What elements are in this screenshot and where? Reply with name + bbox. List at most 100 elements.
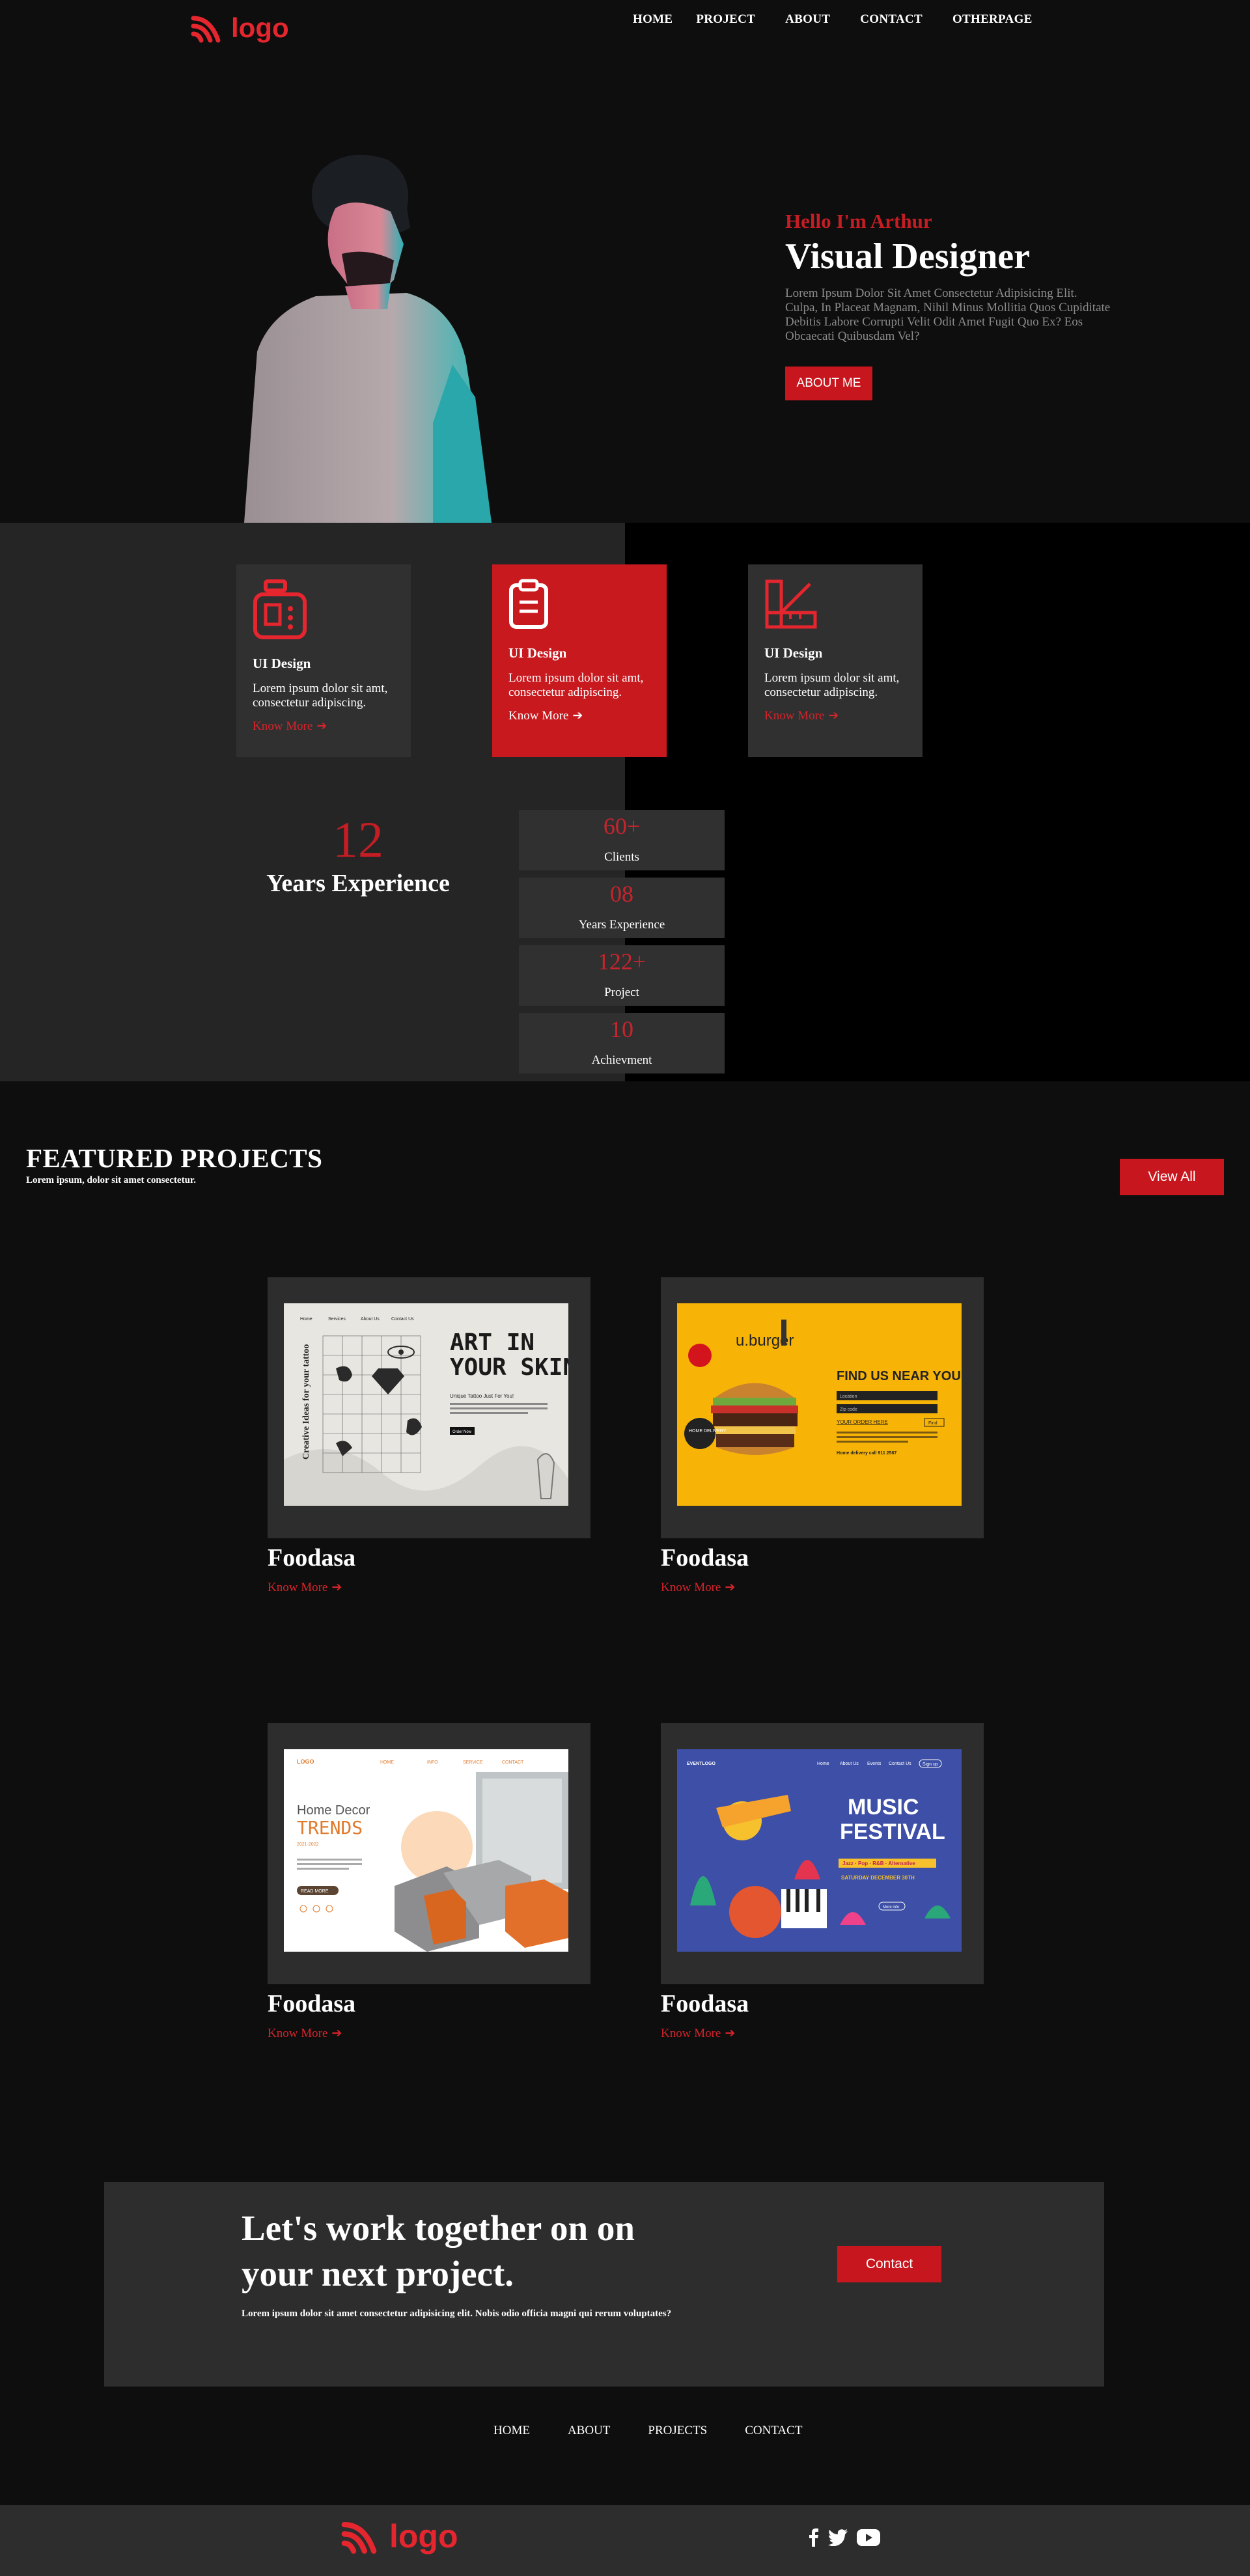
thumb-brand: LOGO (297, 1758, 314, 1765)
stat-value: 10 (610, 1016, 633, 1042)
logo-icon (341, 2521, 377, 2554)
footer-nav-contact[interactable]: CONTACT (745, 2424, 802, 2438)
arrow-right-icon: ➔ (331, 2027, 342, 2040)
view-all-button[interactable]: View All (1120, 1159, 1224, 1195)
footer-nav-home[interactable]: HOME (493, 2424, 530, 2438)
logo-icon (191, 16, 221, 43)
thumb-side-text: Creative Ideas for your tattoo (301, 1344, 311, 1460)
service-title: UI Design (764, 645, 823, 661)
project-know-more-link[interactable]: Know More ➔ (268, 1580, 342, 1595)
stat-box: 08 Years Experience (519, 878, 725, 938)
thumb-nav-item: CONTACT (502, 1760, 524, 1765)
contact-button[interactable]: Contact (837, 2246, 941, 2282)
nav-project[interactable]: PROJECT (696, 12, 755, 27)
project-thumbnail-music[interactable]: EVENTLOGO Home About Us Events Contact U… (677, 1749, 962, 1952)
stat-value: 60+ (603, 813, 641, 839)
youtube-icon[interactable] (857, 2529, 880, 2546)
cta-text: Lorem ipsum dolor sit amet consectetur a… (242, 2308, 672, 2319)
thumb-sub: 2021-2022 (297, 1842, 319, 1847)
project-thumbnail-tattoo[interactable]: Home Services About Us Contact Us Creati… (284, 1303, 568, 1506)
footer-logo[interactable]: logo (341, 2516, 458, 2556)
service-card[interactable]: UI Design Lorem ipsum dolor sit amt, con… (236, 564, 411, 757)
arrow-right-icon: ➔ (316, 719, 327, 733)
thumb-cta: YOUR ORDER HERE (837, 1419, 888, 1425)
hero-portrait-image (244, 154, 492, 523)
nav-otherpage[interactable]: OTHERPAGE (952, 12, 1033, 27)
featured-title: FEATURED PROJECTS (26, 1143, 323, 1173)
thumb-line2: TRENDS (297, 1817, 363, 1838)
service-title: UI Design (508, 645, 567, 661)
thumb-genres: Jazz · Pop · R&B · Alternative (842, 1861, 915, 1866)
link-label: Know More (268, 2027, 328, 2040)
stat-box: 10 Achievment (519, 1013, 725, 1073)
thumb-line1: Home Decor (297, 1803, 370, 1818)
social-links (809, 2528, 880, 2547)
stat-label: Clients (604, 850, 639, 864)
thumb-nav-item: Services (328, 1317, 346, 1322)
thumb-brand: EVENTLOGO (687, 1762, 716, 1766)
link-label: Know More (268, 1581, 328, 1594)
cta-title: Let's work together on on your next proj… (242, 2208, 635, 2293)
service-know-more-link[interactable]: Know More ➔ (508, 708, 583, 723)
ruler-icon (765, 579, 817, 629)
arrow-right-icon: ➔ (725, 1581, 736, 1594)
stat-box: 60+ Clients (519, 810, 725, 870)
arrow-right-icon: ➔ (828, 709, 839, 723)
service-title: UI Design (253, 656, 311, 671)
thumb-line2: FESTIVAL (840, 1820, 945, 1844)
stat-value: 122+ (597, 949, 646, 975)
experience-label: Years Experience (266, 870, 450, 897)
thumb-nav-item: HOME (380, 1760, 394, 1765)
thumb-nav-item: INFO (427, 1760, 438, 1765)
service-know-more-link[interactable]: Know More ➔ (764, 708, 839, 723)
thumb-nav-item: Home (300, 1317, 312, 1322)
thumb-nav-item: Contact Us (889, 1762, 911, 1766)
about-me-button[interactable]: ABOUT ME (785, 367, 872, 400)
header-logo[interactable]: logo (191, 12, 289, 44)
service-text: Lorem ipsum dolor sit amt, consectetur a… (508, 671, 644, 699)
project-thumbnail-decor[interactable]: LOGO HOME INFO SERVICE CONTACT Home Deco… (284, 1749, 568, 1952)
twitter-icon[interactable] (828, 2529, 848, 2546)
logo-text: logo (231, 12, 289, 43)
service-card[interactable]: UI Design Lorem ipsum dolor sit amt, con… (492, 564, 667, 757)
thumb-nav-item: Events (867, 1762, 882, 1766)
project-know-more-link[interactable]: Know More ➔ (268, 2026, 342, 2041)
stat-label: Years Experience (578, 918, 665, 932)
hero-description: Lorem Ipsum Dolor Sit Amet Consectetur A… (785, 286, 1111, 343)
footer-nav-about[interactable]: ABOUT (568, 2424, 610, 2438)
project-thumbnail-burger[interactable]: u.burger HOME DELIVERY FIND US NEAR YOU … (677, 1303, 962, 1506)
stat-value: 08 (610, 881, 633, 907)
project-know-more-link[interactable]: Know More ➔ (661, 2026, 735, 2041)
service-card[interactable]: UI Design Lorem ipsum dolor sit amt, con… (748, 564, 923, 757)
footer-nav-projects[interactable]: PROJECTS (648, 2424, 707, 2438)
hero-section: logo HOME PROJECT ABOUT CONTACT OTHERPAG… (0, 0, 1250, 523)
service-know-more-link[interactable]: Know More ➔ (253, 719, 327, 734)
link-label: Know More (661, 1581, 721, 1594)
link-label: Know More (764, 709, 825, 723)
thumb-headline: FIND US NEAR YOU (837, 1369, 961, 1383)
thumb-nav-item: Sign up (923, 1762, 938, 1767)
thumb-more-info-button: More info (883, 1905, 900, 1909)
link-label: Know More (253, 719, 313, 733)
nav-contact[interactable]: CONTACT (860, 12, 923, 27)
project-title: Foodasa (661, 1544, 749, 1572)
clipboard-icon (509, 579, 548, 629)
main-nav: HOME PROJECT ABOUT CONTACT OTHERPAGE (633, 12, 1033, 27)
thumb-headline: YOUR SKIN (450, 1354, 568, 1381)
footer-nav: HOME ABOUT PROJECTS CONTACT (493, 2424, 802, 2438)
logo-text: logo (389, 2518, 458, 2555)
project-title: Foodasa (661, 1990, 749, 2017)
arrow-right-icon: ➔ (725, 2027, 736, 2040)
link-label: Know More (661, 2027, 721, 2040)
service-text: Lorem ipsum dolor sit amt, consectetur a… (253, 682, 388, 710)
cta-section: Let's work together on on your next proj… (104, 2182, 1104, 2387)
thumb-badge: HOME DELIVERY (689, 1429, 727, 1433)
footer: logo (0, 2505, 1250, 2576)
nav-about[interactable]: ABOUT (785, 12, 830, 27)
project-know-more-link[interactable]: Know More ➔ (661, 1580, 735, 1595)
thumb-find-button: Find (928, 1421, 938, 1426)
thumb-headline: ART IN (450, 1329, 535, 1356)
facebook-icon[interactable] (809, 2528, 819, 2547)
nav-home[interactable]: HOME (633, 12, 673, 27)
experience-number: 12 (333, 811, 383, 868)
